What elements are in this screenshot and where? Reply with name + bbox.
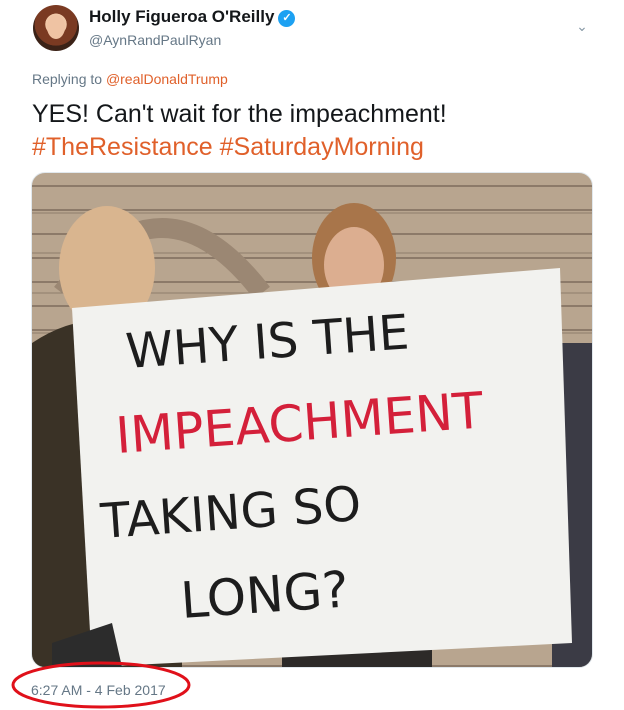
- tweet-body: YES! Can't wait for the impeachment!: [32, 100, 447, 128]
- tweet-media-photo[interactable]: WHY IS THE IMPEACHMENT TAKING SO LONG?: [31, 172, 593, 668]
- verified-badge-icon: ✓: [278, 10, 296, 27]
- author-handle[interactable]: @AynRandPaulRyan: [89, 32, 221, 48]
- replying-prefix: Replying to: [32, 71, 103, 87]
- hashtag-theresistance[interactable]: #TheResistance: [32, 133, 213, 161]
- replying-to: Replying to @realDonaldTrump: [32, 71, 228, 87]
- sign-line-4: LONG?: [179, 560, 351, 630]
- reply-mention-link[interactable]: @realDonaldTrump: [106, 71, 228, 87]
- author-name[interactable]: Holly Figueroa O'Reilly ✓: [89, 7, 296, 27]
- author-avatar[interactable]: [33, 5, 79, 51]
- photo-illustration: WHY IS THE IMPEACHMENT TAKING SO LONG?: [32, 203, 592, 667]
- tweet-timestamp[interactable]: 6:27 AM - 4 Feb 2017: [31, 682, 166, 698]
- author-name-text[interactable]: Holly Figueroa O'Reilly: [89, 7, 274, 26]
- avatar-face: [47, 15, 65, 39]
- chevron-down-icon[interactable]: ⌄: [572, 18, 592, 36]
- hashtag-saturdaymorning[interactable]: #SaturdayMorning: [220, 133, 424, 161]
- tweet-text: YES! Can't wait for the impeachment! #Th…: [32, 98, 592, 164]
